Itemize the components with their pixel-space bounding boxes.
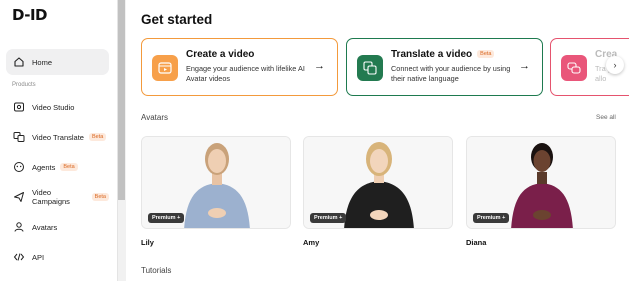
beta-badge: Beta — [88, 133, 107, 141]
beta-badge: Beta — [91, 193, 109, 201]
sidebar-item-api[interactable]: API — [6, 244, 109, 270]
campaign-icon — [13, 191, 25, 203]
video-studio-icon — [13, 101, 25, 113]
avatars-icon — [13, 221, 25, 233]
sidebar-item-home[interactable]: Home — [6, 49, 109, 75]
avatars-section-label: Avatars — [141, 113, 168, 122]
sidebar-item-label: Video Studio — [32, 102, 75, 112]
avatar-card-lily[interactable]: Premium + — [141, 136, 291, 229]
home-icon — [13, 56, 25, 68]
agents-icon — [13, 161, 25, 173]
create-video-card[interactable]: Create a video Engage your audience with… — [141, 38, 338, 96]
arrow-right-icon: → — [314, 60, 325, 72]
chat-bubbles-icon — [561, 55, 587, 81]
create-video-icon — [152, 55, 178, 81]
premium-badge: Premium + — [310, 213, 347, 223]
sidebar-item-label: Video Campaigns — [32, 188, 70, 206]
sidebar-item-label: Avatars — [32, 222, 58, 232]
translate-icon — [13, 131, 25, 143]
tutorials-section-label: Tutorials — [141, 266, 172, 275]
avatar-name: Amy — [303, 238, 320, 247]
card-title: Translate a video Beta — [391, 49, 495, 60]
premium-badge: Premium + — [148, 213, 185, 223]
arrow-right-icon: → — [519, 60, 530, 72]
main-content: Get started Create a video Engage your a… — [126, 0, 629, 281]
sidebar-item-label: API — [32, 252, 45, 262]
avatar-card-diana[interactable]: Premium + — [466, 136, 616, 229]
code-icon — [13, 251, 25, 263]
page-title: Get started — [141, 12, 213, 27]
translate-video-card[interactable]: Translate a video Beta Connect with your … — [346, 38, 543, 96]
avatar-card-amy[interactable]: Premium + — [303, 136, 453, 229]
avatar-name: Diana — [466, 238, 487, 247]
sidebar-item-video-studio[interactable]: Video Studio — [6, 94, 109, 120]
card-description: Engage your audience with lifelike AI Av… — [186, 64, 305, 83]
sidebar-scrollbar-thumb[interactable] — [118, 0, 125, 200]
beta-badge: Beta — [60, 163, 78, 171]
sidebar: D-ID Home Products Video Studio Video Tr… — [0, 0, 117, 281]
sidebar-item-label: Agents — [32, 162, 56, 172]
did-logo[interactable]: D-ID — [12, 6, 48, 24]
beta-badge: Beta — [477, 50, 495, 58]
sidebar-item-label: Video Translate — [32, 132, 84, 142]
sidebar-item-agents[interactable]: Agents Beta — [6, 154, 109, 180]
carousel-next-button[interactable]: › — [606, 56, 624, 74]
sidebar-item-label: Home — [32, 57, 53, 67]
sidebar-item-avatars[interactable]: Avatars — [6, 214, 109, 240]
card-title-text: Translate a video — [391, 49, 473, 60]
sidebar-item-video-translate[interactable]: Video Translate Beta — [6, 124, 109, 150]
translate-icon — [357, 55, 383, 81]
products-section-label: Products — [12, 82, 36, 88]
sidebar-item-video-campaigns[interactable]: Video Campaigns Beta — [6, 184, 109, 210]
premium-badge: Premium + — [473, 213, 510, 223]
chevron-right-icon: › — [613, 60, 617, 70]
card-title: Create a video — [186, 49, 255, 60]
card-description: Connect with your audience by using thei… — [391, 64, 511, 83]
see-all-link[interactable]: See all — [596, 114, 616, 121]
avatar-name: Lily — [141, 238, 154, 247]
